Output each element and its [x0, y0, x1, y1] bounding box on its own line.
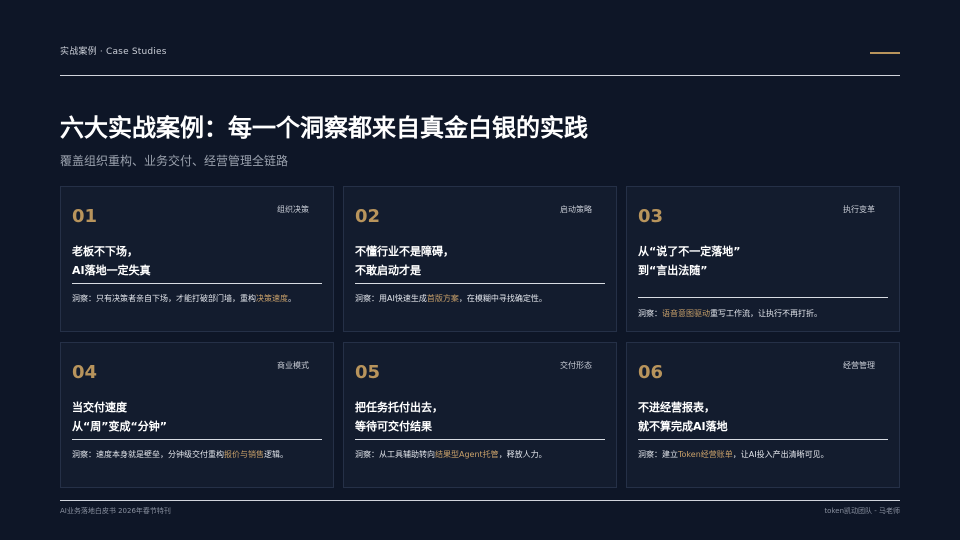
case-headline: 当交付速度 从“周”变成“分钟” — [72, 398, 167, 436]
case-insight: 洞察：速度本身就是壁垒，分钟级交付重构报价与销售逻辑。 — [72, 447, 322, 462]
case-number: 06 — [638, 362, 664, 383]
bottom-divider — [60, 500, 900, 501]
case-number: 02 — [355, 206, 381, 227]
headline-line-1: 老板不下场， — [72, 245, 138, 258]
insight-highlight: 语音意图驱动 — [662, 309, 710, 318]
headline-line-2: 等待可交付结果 — [355, 420, 432, 433]
headline-line-1: 从“说了不一定落地” — [638, 245, 741, 258]
insight-text: 洞察： — [638, 309, 662, 318]
page-subtitle: 覆盖组织重构、业务交付、经营管理全链路 — [60, 154, 289, 168]
top-divider — [60, 75, 900, 76]
case-tag: 经营管理 — [843, 361, 875, 370]
section-label: 实战案例 · Case Studies — [60, 47, 167, 57]
insight-text: 洞察：从工具辅助转向 — [355, 450, 435, 459]
headline-line-2: 不敢启动才是 — [355, 264, 421, 277]
case-headline: 从“说了不一定落地” 到“言出法随” — [638, 242, 740, 280]
insight-highlight: 结果型Agent托管 — [435, 450, 499, 459]
case-tag: 交付形态 — [560, 361, 592, 370]
headline-line-2: AI落地一定失真 — [72, 264, 151, 277]
case-card-05: 05 交付形态 把任务托付出去， 等待可交付结果 洞察：从工具辅助转向结果型Ag… — [343, 342, 617, 488]
case-tag: 执行变革 — [843, 205, 875, 214]
insight-highlight: 首版方案 — [426, 294, 459, 303]
headline-line-2: 从“周”变成“分钟” — [72, 420, 167, 433]
insight-highlight: 决策速度 — [256, 294, 288, 303]
card-divider — [638, 297, 888, 298]
accent-line — [870, 52, 900, 54]
case-tag: 商业模式 — [277, 361, 309, 370]
insight-text: 洞察：用AI快速生成 — [355, 294, 427, 303]
case-number: 03 — [638, 206, 664, 227]
case-insight: 洞察：建立Token经营账单，让AI投入产出清晰可见。 — [638, 447, 888, 462]
case-insight: 洞察：从工具辅助转向结果型Agent托管，释放人力。 — [355, 447, 605, 462]
case-headline: 老板不下场， AI落地一定失真 — [72, 242, 151, 280]
case-tag: 启动策略 — [560, 205, 592, 214]
case-card-02: 02 启动策略 不懂行业不是障碍， 不敢启动才是 洞察：用AI快速生成首版方案，… — [343, 186, 617, 332]
card-divider — [72, 283, 322, 284]
case-card-03: 03 执行变革 从“说了不一定落地” 到“言出法随” 洞察：语音意图驱动重写工作… — [626, 186, 900, 332]
case-tag: 组织决策 — [277, 205, 309, 214]
card-divider — [638, 439, 888, 440]
headline-line-1: 不懂行业不是障碍， — [355, 245, 454, 258]
case-card-01: 01 组织决策 老板不下场， AI落地一定失真 洞察：只有决策者亲自下场，才能打… — [60, 186, 334, 332]
insight-text: 洞察：只有决策者亲自下场，才能打破部门墙，重构 — [72, 294, 256, 303]
footer-author: token凯动团队 - 马老师 — [824, 507, 900, 515]
case-headline: 不进经营报表， 就不算完成AI落地 — [638, 398, 728, 436]
insight-text-end: ，释放人力。 — [498, 450, 547, 459]
card-divider — [355, 439, 605, 440]
case-number: 01 — [72, 206, 98, 227]
page-title: 六大实战案例：每一个洞察都来自真金白银的实践 — [60, 114, 588, 142]
card-divider — [72, 439, 322, 440]
insight-highlight: 报价与销售 — [224, 450, 264, 459]
footer-publication: AI业务落地白皮书 2026年春节特刊 — [60, 507, 171, 515]
insight-text-end: ，让AI投入产出清晰可见。 — [732, 450, 829, 459]
insight-highlight: Token经营账单 — [678, 450, 733, 459]
headline-line-1: 当交付速度 — [72, 401, 127, 414]
insight-text-end: 逻辑。 — [264, 450, 288, 459]
insight-text: 洞察：速度本身就是壁垒，分钟级交付重构 — [72, 450, 224, 459]
case-headline: 把任务托付出去， 等待可交付结果 — [355, 398, 443, 436]
case-number: 04 — [72, 362, 98, 383]
case-grid: 01 组织决策 老板不下场， AI落地一定失真 洞察：只有决策者亲自下场，才能打… — [60, 186, 901, 488]
insight-text: 洞察：建立 — [638, 450, 678, 459]
headline-line-2: 就不算完成AI落地 — [638, 420, 728, 433]
headline-line-1: 把任务托付出去， — [355, 401, 443, 414]
case-card-06: 06 经营管理 不进经营报表， 就不算完成AI落地 洞察：建立Token经营账单… — [626, 342, 900, 488]
insight-text-end: 重写工作流，让执行不再打折。 — [710, 309, 822, 318]
case-card-04: 04 商业模式 当交付速度 从“周”变成“分钟” 洞察：速度本身就是壁垒，分钟级… — [60, 342, 334, 488]
insight-text-end: 。 — [288, 294, 296, 303]
insight-text-end: ，在模糊中寻找确定性。 — [458, 294, 547, 303]
headline-line-1: 不进经营报表， — [638, 401, 715, 414]
case-insight: 洞察：用AI快速生成首版方案，在模糊中寻找确定性。 — [355, 291, 605, 306]
headline-line-2: 到“言出法随” — [638, 264, 708, 277]
card-divider — [355, 283, 605, 284]
case-number: 05 — [355, 362, 381, 383]
case-insight: 洞察：语音意图驱动重写工作流，让执行不再打折。 — [638, 306, 888, 321]
case-headline: 不懂行业不是障碍， 不敢启动才是 — [355, 242, 454, 280]
case-insight: 洞察：只有决策者亲自下场，才能打破部门墙，重构决策速度。 — [72, 291, 322, 306]
